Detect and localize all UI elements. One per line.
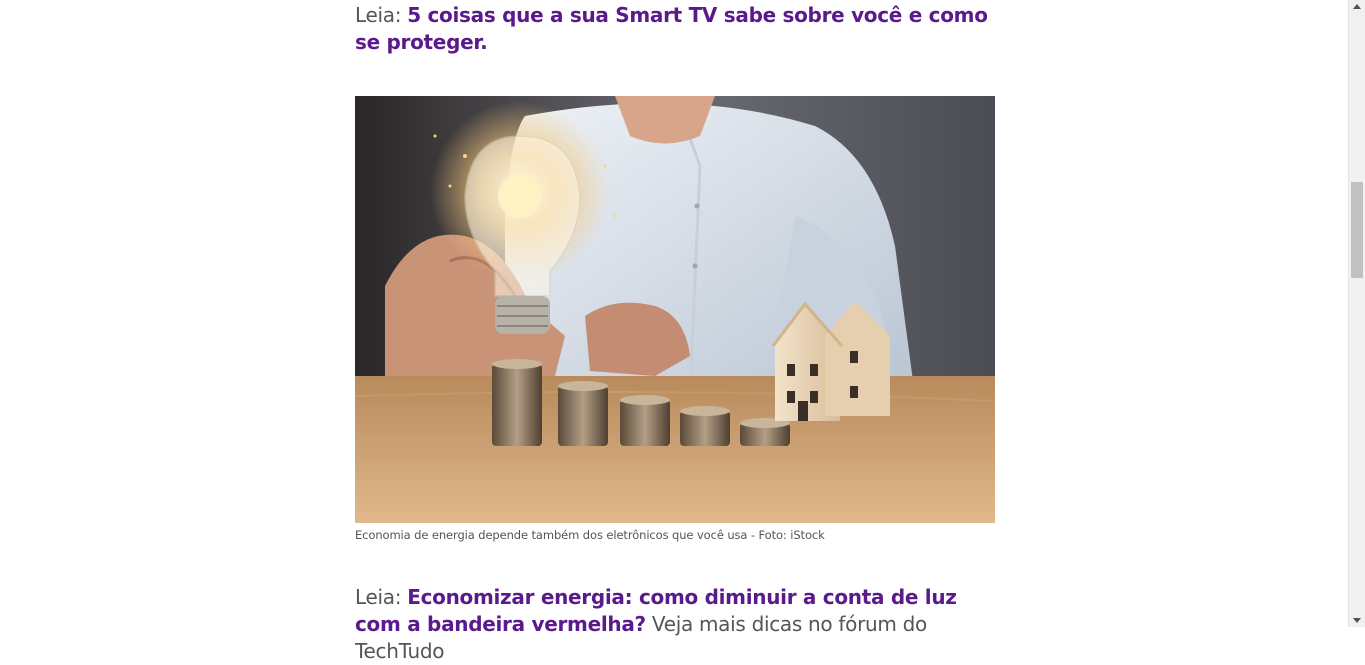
read-more-link-smart-tv[interactable]: 5 coisas que a sua Smart TV sabe sobre v… bbox=[355, 3, 988, 54]
scrollbar-thumb[interactable] bbox=[1351, 182, 1363, 278]
vertical-scrollbar[interactable] bbox=[1348, 0, 1365, 627]
read-more-top: Leia: 5 coisas que a sua Smart TV sabe s… bbox=[355, 2, 995, 56]
read-more-prefix: Leia: bbox=[355, 585, 402, 609]
arrow-up-icon[interactable] bbox=[1353, 4, 1361, 9]
read-more-prefix: Leia: bbox=[355, 3, 402, 27]
lightbulb-coins-house-image bbox=[355, 96, 995, 523]
read-more-bottom: Leia: Economizar energia: como diminuir … bbox=[355, 584, 995, 665]
article-photo bbox=[355, 96, 995, 523]
photo-caption: Economia de energia depende também dos e… bbox=[355, 528, 825, 542]
arrow-down-icon[interactable] bbox=[1353, 618, 1361, 623]
